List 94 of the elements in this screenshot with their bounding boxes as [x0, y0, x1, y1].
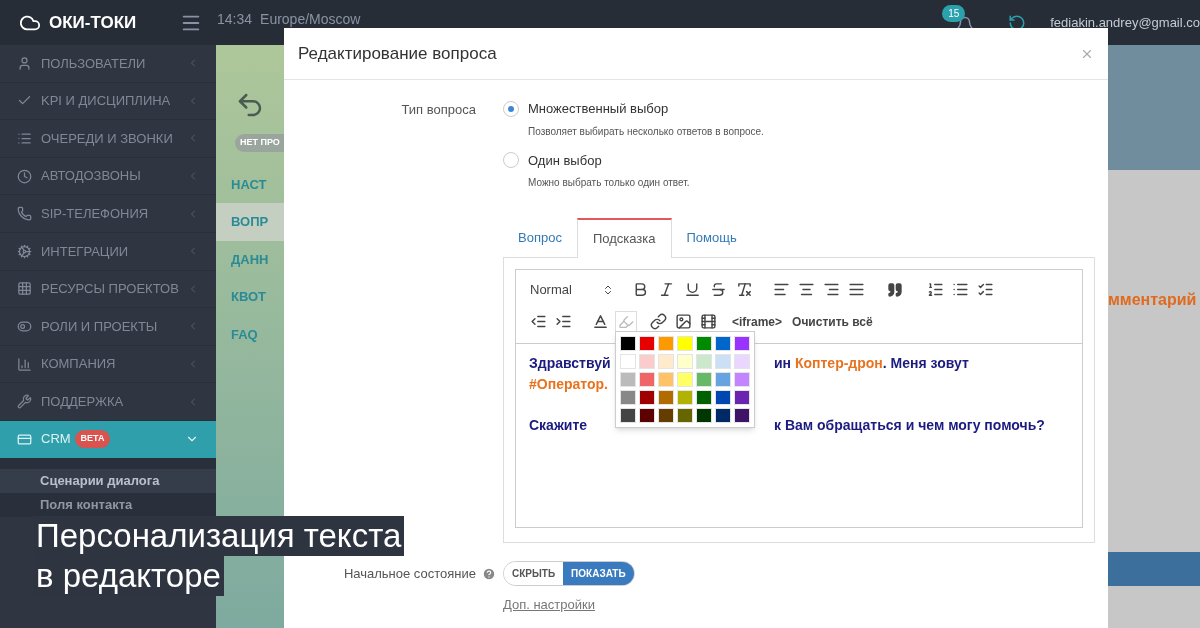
iframe-button[interactable]: <iframe> [732, 312, 783, 331]
strikethrough-icon[interactable] [710, 281, 727, 299]
color-swatch[interactable] [639, 336, 655, 351]
beta-badge: BETA [74, 430, 111, 448]
editor-tab[interactable]: Помощь [671, 218, 752, 257]
subnav-item[interactable]: НАСТ [216, 165, 284, 204]
more-settings-link[interactable]: Доп. настройки [503, 595, 595, 615]
format-select[interactable]: Normal [530, 280, 624, 300]
color-swatch[interactable] [658, 372, 674, 387]
color-swatch[interactable] [715, 390, 731, 405]
field-label: Начальное состояние [342, 564, 476, 583]
editor-text: Здравствуй [529, 355, 611, 371]
link-icon[interactable] [650, 313, 667, 330]
notification-badge: 15 [942, 4, 966, 22]
help-icon[interactable] [482, 566, 496, 581]
comment-heading: мментарий [1108, 291, 1197, 308]
bar-chart-icon [17, 356, 32, 372]
color-swatch[interactable] [715, 408, 731, 423]
color-swatch[interactable] [696, 408, 712, 423]
status-badge: НЕТ ПРО [235, 134, 284, 152]
card-icon [17, 431, 32, 447]
outdent-icon[interactable] [530, 313, 547, 330]
color-swatch[interactable] [620, 408, 636, 423]
film-icon[interactable] [700, 313, 717, 330]
color-swatch[interactable] [620, 390, 636, 405]
color-swatch[interactable] [696, 336, 712, 351]
color-swatch[interactable] [715, 372, 731, 387]
editor-text: #Оператор. [529, 376, 608, 392]
italic-icon[interactable] [658, 281, 675, 299]
user-icon [17, 55, 32, 71]
radio-label[interactable]: Множественный выбор [528, 99, 669, 119]
color-swatch[interactable] [639, 372, 655, 387]
toggle-icon [17, 318, 32, 334]
color-swatch[interactable] [677, 354, 693, 369]
color-swatch[interactable] [620, 336, 636, 351]
sidebar-subitem[interactable]: Сценарии диалога [0, 468, 216, 493]
wrench-icon [17, 394, 32, 410]
caption-text: Персонализация текста [33, 516, 405, 556]
sidebar-item[interactable]: РЕСУРСЫ ПРОЕКТОВ [0, 270, 216, 309]
color-swatch[interactable] [620, 354, 636, 369]
editor-text: к Вам обращаться и чем могу помочь? [774, 416, 1045, 435]
indent-icon[interactable] [555, 313, 572, 330]
color-swatch[interactable] [696, 390, 712, 405]
sidebar-item[interactable]: CRM BETA [0, 420, 216, 459]
color-swatch[interactable] [696, 372, 712, 387]
clear-format-icon[interactable] [736, 281, 753, 299]
user-email[interactable]: fediakin.andrey@gmail.co [1050, 12, 1200, 33]
radio-label[interactable]: Один выбор [528, 150, 602, 170]
color-swatch[interactable] [677, 408, 693, 423]
gears-icon [17, 243, 32, 259]
color-swatch[interactable] [734, 336, 750, 351]
list-icon [17, 131, 32, 146]
logo-text: ОКИ-ТОКИ [49, 11, 137, 34]
updown-icon [602, 283, 614, 296]
color-swatch[interactable] [677, 372, 693, 387]
color-swatch[interactable] [658, 336, 674, 351]
ordered-list-icon[interactable] [927, 281, 944, 299]
color-swatch[interactable] [677, 390, 693, 405]
dialog-title: Редактирование вопроса [298, 42, 497, 65]
sidebar-subitem[interactable]: Поля контакта [0, 492, 216, 517]
color-swatch[interactable] [715, 336, 731, 351]
field-label: Тип вопроса [400, 101, 476, 119]
color-swatch[interactable] [734, 408, 750, 423]
radio-description: Позволяет выбирать несколько ответов в вопросе. [528, 124, 764, 139]
editor-text: ин Коптер-дрон. Меня зовут [774, 354, 969, 373]
clock-icon [17, 168, 32, 184]
color-swatch[interactable] [696, 354, 712, 369]
color-swatch[interactable] [639, 390, 655, 405]
editor-text: Скажите [529, 417, 588, 433]
phone-icon [17, 206, 32, 222]
color-swatch[interactable] [734, 372, 750, 387]
color-swatch[interactable] [734, 354, 750, 369]
timezone: Europe/Moscow [260, 12, 361, 26]
clear-all-button[interactable]: Очистить всё [792, 312, 873, 331]
image-icon[interactable] [675, 313, 692, 330]
color-swatch[interactable] [715, 354, 731, 369]
color-swatch[interactable] [677, 336, 693, 351]
clock-time: 14:34 [217, 12, 253, 26]
color-swatch[interactable] [639, 354, 655, 369]
text-color-icon[interactable] [592, 313, 609, 330]
editor-tab[interactable]: Вопрос [503, 218, 577, 257]
toggle-option[interactable]: ПОКАЗАТЬ [563, 562, 634, 585]
radio-description: Можно выбрать только один ответ. [528, 176, 691, 190]
grid-icon [17, 281, 32, 297]
subnav-item[interactable]: ВОПР [216, 203, 284, 241]
color-swatch[interactable] [620, 372, 636, 387]
color-swatch[interactable] [639, 408, 655, 423]
quote-icon[interactable] [887, 281, 903, 298]
color-swatch[interactable] [658, 390, 674, 405]
color-swatch[interactable] [734, 390, 750, 405]
editor-tab[interactable]: Подсказка [576, 218, 672, 258]
color-swatch[interactable] [658, 408, 674, 423]
color-swatch[interactable] [658, 354, 674, 369]
underline-icon[interactable] [684, 281, 701, 299]
